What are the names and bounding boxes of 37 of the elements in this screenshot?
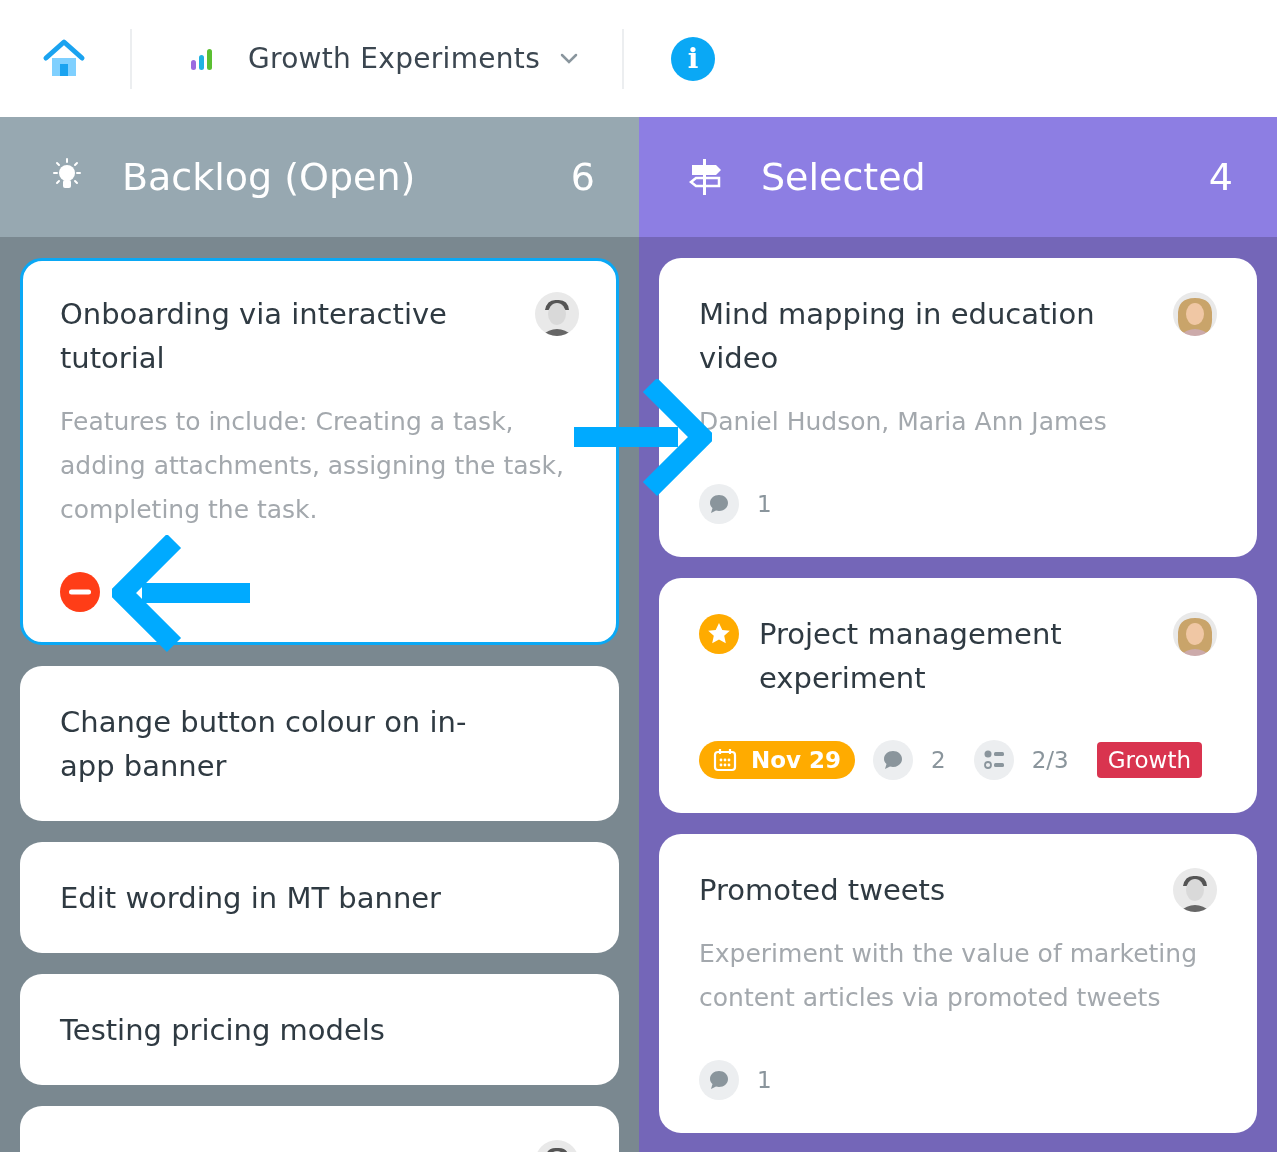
comment-count: 1 [757,491,772,517]
task-card[interactable]: Project management experiment Nov 29 2 2/3 Growth [659,578,1257,813]
comment-icon [699,1060,739,1100]
card-description: Features to include: Creating a task, adding attachments, assigning the task, completing the task. [60,406,565,526]
chevron-down-icon [560,52,579,65]
card-count: 4 [1208,155,1233,199]
task-card[interactable]: Promoted tweets Experiment with the value of marketing content articles via promoted tweets 1 [659,834,1257,1133]
home-icon[interactable] [42,37,86,78]
tag-label: Growth [1096,742,1202,778]
avatar [1173,292,1217,336]
card-title: Edit wording in MT banner [60,880,443,917]
checklist-icon [973,740,1014,780]
project-dropdown[interactable]: Growth Experiments [190,42,579,75]
card-title: Project management experiment [759,616,1063,697]
card-count: 6 [570,155,595,199]
card-title: Onboarding via interactive tutorial [60,296,448,377]
comment-icon [873,740,914,780]
card-description: Experiment with the value of marketing content articles via promoted tweets [699,938,1198,1014]
card-title: Change button colour on in-app banner [60,704,468,785]
checklist-progress: 2/3 [1031,747,1069,773]
due-date: Nov 29 [751,747,842,773]
column-title: Backlog (Open) [122,155,417,199]
comment-count: 2 [931,747,946,773]
card-title: Promoted tweets [699,872,947,909]
task-card[interactable]: Edit wording in MT banner [20,842,619,953]
comment-count: 1 [757,1067,772,1093]
card-title: Mind mapping in education video [699,296,1096,377]
task-card[interactable]: Testing pricing models [20,974,619,1085]
task-card[interactable]: Onboarding via interactive tutorial Features to include: Creating a task, adding attachments, assigning the task, completing the task. [20,258,619,645]
avatar [1173,612,1217,656]
card-title: Testing pricing models [60,1012,386,1049]
column-title: Selected [761,155,927,199]
avatar [535,292,579,336]
task-card[interactable]: Change button colour on in-app banner [20,666,619,821]
avatar [1173,868,1217,912]
comment-icon [699,484,739,524]
calendar-icon [713,748,737,772]
